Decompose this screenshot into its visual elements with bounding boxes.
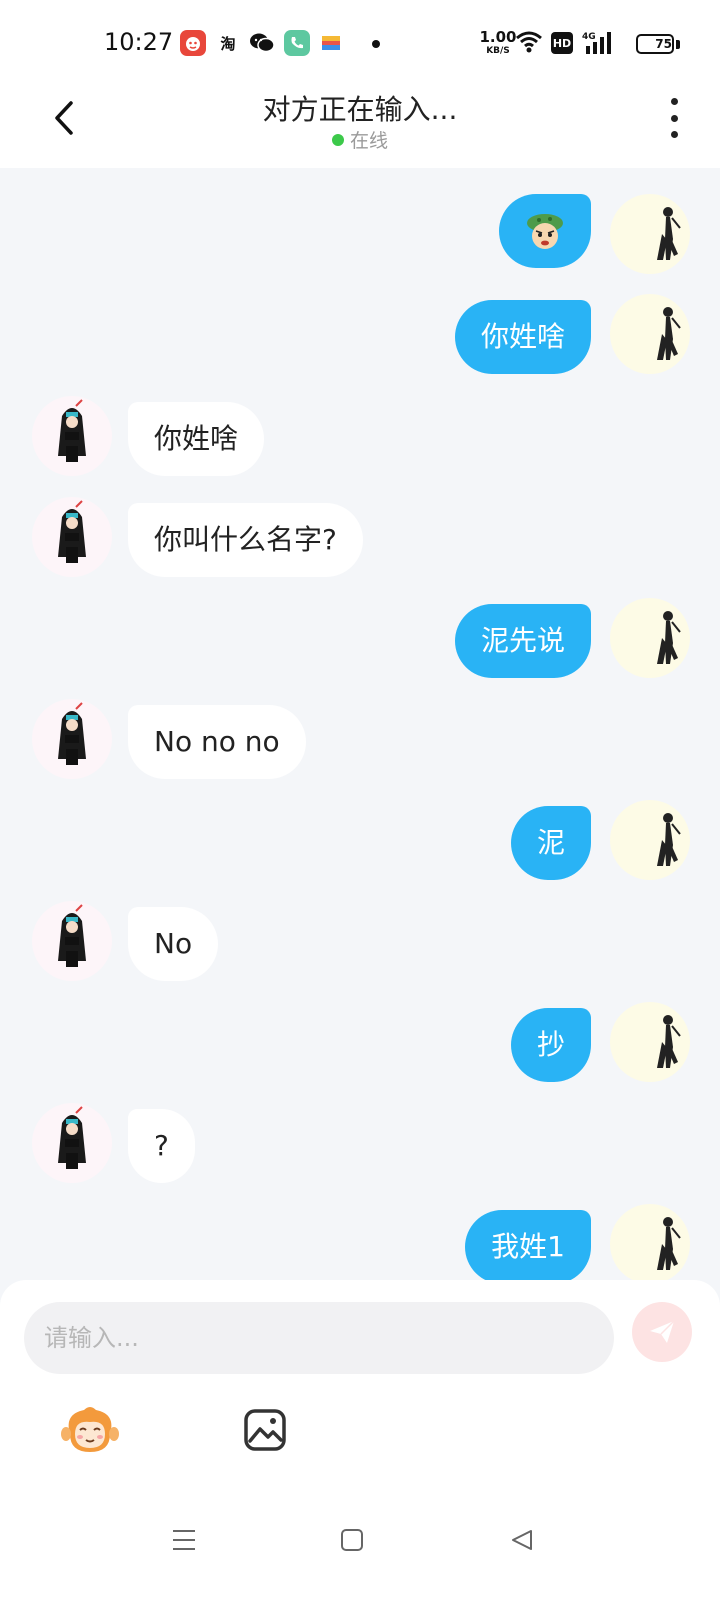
message-row-sent	[0, 194, 720, 274]
back-triangle-icon	[512, 1530, 532, 1550]
received-message-bubble[interactable]: 你姓啥	[128, 402, 265, 476]
send-button[interactable]	[632, 1302, 692, 1362]
online-dot-icon	[331, 133, 344, 146]
emoji-button[interactable]	[58, 1398, 122, 1462]
contact-avatar[interactable]	[32, 396, 112, 476]
my-avatar[interactable]	[610, 1204, 690, 1284]
sent-sticker-bubble[interactable]	[499, 194, 591, 268]
message-row-sent: 泥	[0, 800, 720, 880]
message-input[interactable]	[24, 1302, 614, 1374]
online-status-label: 在线	[349, 130, 388, 152]
image-picker-button[interactable]	[233, 1398, 297, 1462]
green-hat-face-sticker-icon	[527, 214, 563, 249]
message-row-received: ?	[0, 1103, 720, 1183]
chat-header: 对方正在输入... 在线	[0, 88, 720, 168]
monkey-emoji-icon	[61, 1407, 119, 1452]
contact-avatar[interactable]	[32, 699, 112, 779]
message-row-sent: 抄	[0, 1002, 720, 1082]
my-avatar[interactable]	[610, 294, 690, 374]
contact-avatar[interactable]	[32, 497, 112, 577]
more-dot-icon	[670, 131, 678, 138]
wallet-notification-icon	[318, 30, 344, 56]
sent-message-bubble[interactable]: 抄	[510, 1008, 591, 1082]
received-message-bubble[interactable]: 你叫什么名字?	[128, 503, 363, 577]
image-picker-icon	[244, 1409, 286, 1451]
contact-avatar[interactable]	[32, 901, 112, 981]
message-row-sent: 我姓1	[0, 1204, 720, 1284]
message-row-received: 你叫什么名字?	[0, 497, 720, 577]
my-avatar[interactable]	[610, 1002, 690, 1082]
more-dot-icon	[670, 98, 678, 105]
sent-message-bubble[interactable]: 我姓1	[465, 1210, 591, 1284]
message-row-sent: 泥先说	[0, 598, 720, 678]
system-back-button[interactable]	[502, 1520, 542, 1560]
wifi-icon	[515, 30, 543, 58]
sent-message-bubble[interactable]: 泥	[510, 806, 591, 880]
taobao-notification-icon: 淘	[220, 34, 236, 53]
signal-4g-label: 4G	[582, 32, 596, 42]
recent-apps-button[interactable]	[164, 1520, 204, 1560]
message-row-received: No no no	[0, 699, 720, 779]
sent-message-bubble[interactable]: 你姓啥	[454, 300, 591, 374]
system-navigation-bar	[0, 1500, 720, 1600]
more-options-button[interactable]	[662, 98, 686, 138]
battery-tip	[676, 40, 680, 49]
page-title: 对方正在输入...	[262, 93, 458, 126]
received-message-bubble[interactable]: ?	[128, 1109, 195, 1183]
menu-lines-icon	[173, 1530, 195, 1550]
more-notifications-dot	[372, 40, 380, 48]
message-row-received: 你姓啥	[0, 396, 720, 476]
home-square-icon	[341, 1529, 363, 1551]
battery-level: 75	[655, 37, 672, 51]
chat-message-list[interactable]: 你姓啥 你姓啥 你叫什么名字? 泥先说 No no no 泥 No 抄 ? 我姓…	[0, 168, 720, 1308]
received-message-bubble[interactable]: No	[128, 907, 219, 981]
more-dot-icon	[670, 114, 678, 122]
hd-voice-icon: HD	[551, 32, 573, 54]
status-bar: 10:27 淘 1.00 KB/S HD 4G 75	[0, 0, 720, 88]
status-time: 10:27	[104, 28, 174, 56]
battery-indicator: 75	[636, 34, 674, 54]
cellular-signal-icon: 4G	[582, 30, 614, 60]
online-status: 在线	[0, 126, 720, 153]
red-app-notification-icon	[180, 30, 206, 56]
paper-plane-icon	[650, 1320, 675, 1343]
sent-message-bubble[interactable]: 泥先说	[454, 604, 591, 678]
my-avatar[interactable]	[610, 598, 690, 678]
my-avatar[interactable]	[610, 800, 690, 880]
wechat-notification-icon	[249, 30, 275, 56]
contact-avatar[interactable]	[32, 1103, 112, 1183]
phone-notification-icon	[284, 30, 310, 56]
my-avatar[interactable]	[610, 194, 690, 274]
received-message-bubble[interactable]: No no no	[128, 705, 306, 779]
message-row-received: No	[0, 901, 720, 981]
network-speed: 1.00 KB/S	[479, 28, 517, 56]
home-button[interactable]	[332, 1520, 372, 1560]
message-row-sent: 你姓啥	[0, 294, 720, 374]
